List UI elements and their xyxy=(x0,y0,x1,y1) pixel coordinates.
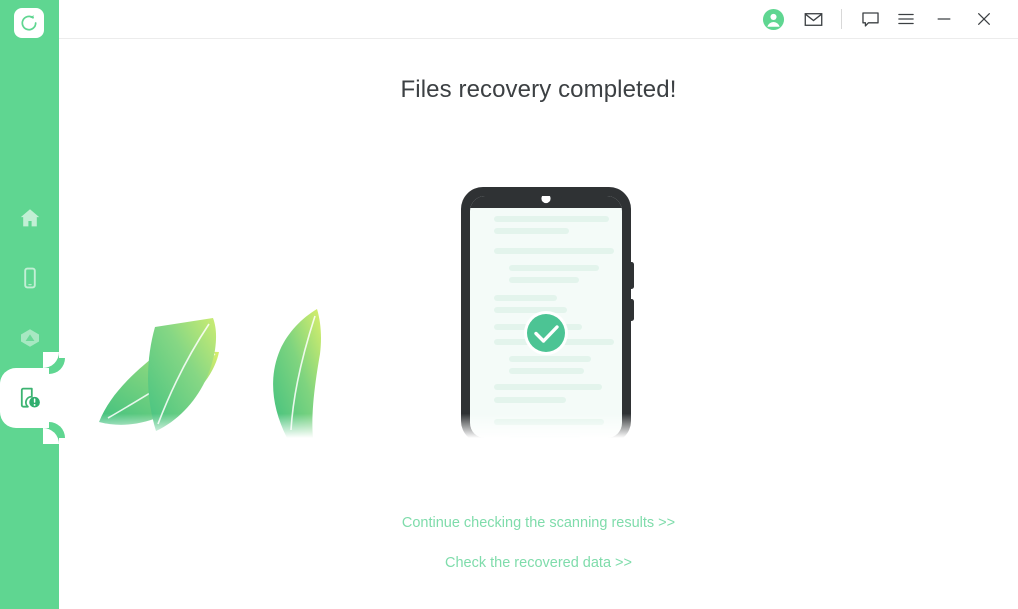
titlebar-divider xyxy=(841,9,842,29)
illustration-svg xyxy=(58,187,1018,438)
app-logo[interactable] xyxy=(14,8,44,38)
sidebar-item-recovery[interactable] xyxy=(0,352,59,444)
sidebar-nav xyxy=(0,188,59,444)
phone-icon xyxy=(23,267,36,289)
menu-button[interactable] xyxy=(888,0,924,39)
continue-scanning-results-link[interactable]: Continue checking the scanning results >… xyxy=(402,513,675,533)
account-button[interactable] xyxy=(755,0,791,39)
account-avatar-icon xyxy=(762,8,784,30)
mail-button[interactable] xyxy=(795,0,831,39)
cloud-backup-icon xyxy=(20,329,39,347)
link-row-check: Check the recovered data >> xyxy=(59,553,1018,593)
logo-recovery-icon xyxy=(14,8,44,38)
hamburger-menu-icon xyxy=(898,13,914,25)
close-icon xyxy=(978,13,990,25)
home-icon xyxy=(20,209,39,227)
sidebar-item-home[interactable] xyxy=(0,188,59,248)
application-window: Files recovery completed! Continue check… xyxy=(0,0,1018,609)
minimize-icon xyxy=(937,18,951,20)
page-title: Files recovery completed! xyxy=(400,76,677,103)
phone-recovery-complete-illustration xyxy=(58,184,1018,438)
main-panel: Files recovery completed! Continue check… xyxy=(58,0,1018,609)
mail-icon xyxy=(804,12,822,26)
check-circle-icon xyxy=(523,311,568,355)
recovery-circular-arrow-icon xyxy=(21,15,37,31)
data-recovery-icon xyxy=(20,387,40,408)
content-area: Files recovery completed! Continue check… xyxy=(58,76,1018,609)
close-button[interactable] xyxy=(964,0,1004,39)
check-recovered-data-link[interactable]: Check the recovered data >> xyxy=(445,553,632,573)
feedback-button[interactable] xyxy=(852,0,888,39)
action-links: Continue checking the scanning results >… xyxy=(59,513,1018,593)
title-bar xyxy=(59,0,1018,39)
sidebar-item-device[interactable] xyxy=(0,248,59,308)
feedback-chat-icon xyxy=(861,11,879,27)
link-row-continue: Continue checking the scanning results >… xyxy=(59,513,1018,553)
illustration-fade xyxy=(58,384,1018,438)
phone-notch xyxy=(469,196,622,208)
sidebar xyxy=(0,0,59,609)
minimize-button[interactable] xyxy=(924,0,964,39)
